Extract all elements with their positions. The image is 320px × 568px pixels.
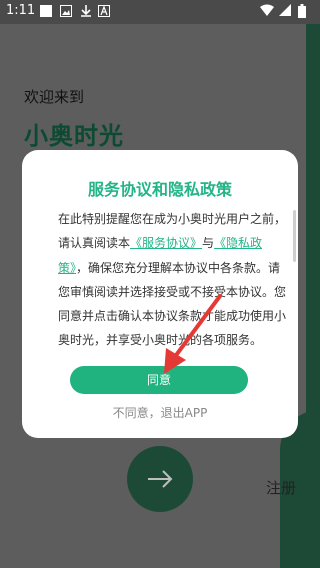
service-agreement-link[interactable]: 《服务协议》 <box>130 236 202 250</box>
wifi-icon <box>260 4 274 16</box>
next-button[interactable] <box>127 446 193 512</box>
signal-icon <box>279 4 291 16</box>
text-a-icon <box>98 5 110 17</box>
status-bar: 1:11 <box>0 0 320 24</box>
dialog-scrollbar[interactable] <box>293 210 296 262</box>
app-name: 小奥时光 <box>24 122 124 150</box>
welcome-text: 欢迎来到 <box>24 88 85 106</box>
register-link[interactable]: 注册 <box>266 477 296 498</box>
annotation-arrow-icon <box>164 294 222 374</box>
download-icon <box>81 5 91 17</box>
dialog-title: 服务协议和隐私政策 <box>87 180 232 199</box>
disagree-exit-link[interactable]: 不同意，退出APP <box>22 404 298 421</box>
battery-icon <box>298 4 306 18</box>
square-icon <box>40 5 52 17</box>
body-text-and: 与 <box>202 236 215 251</box>
image-icon <box>60 5 72 17</box>
status-time: 1:11 <box>6 3 36 18</box>
arrow-right-icon <box>148 470 173 488</box>
